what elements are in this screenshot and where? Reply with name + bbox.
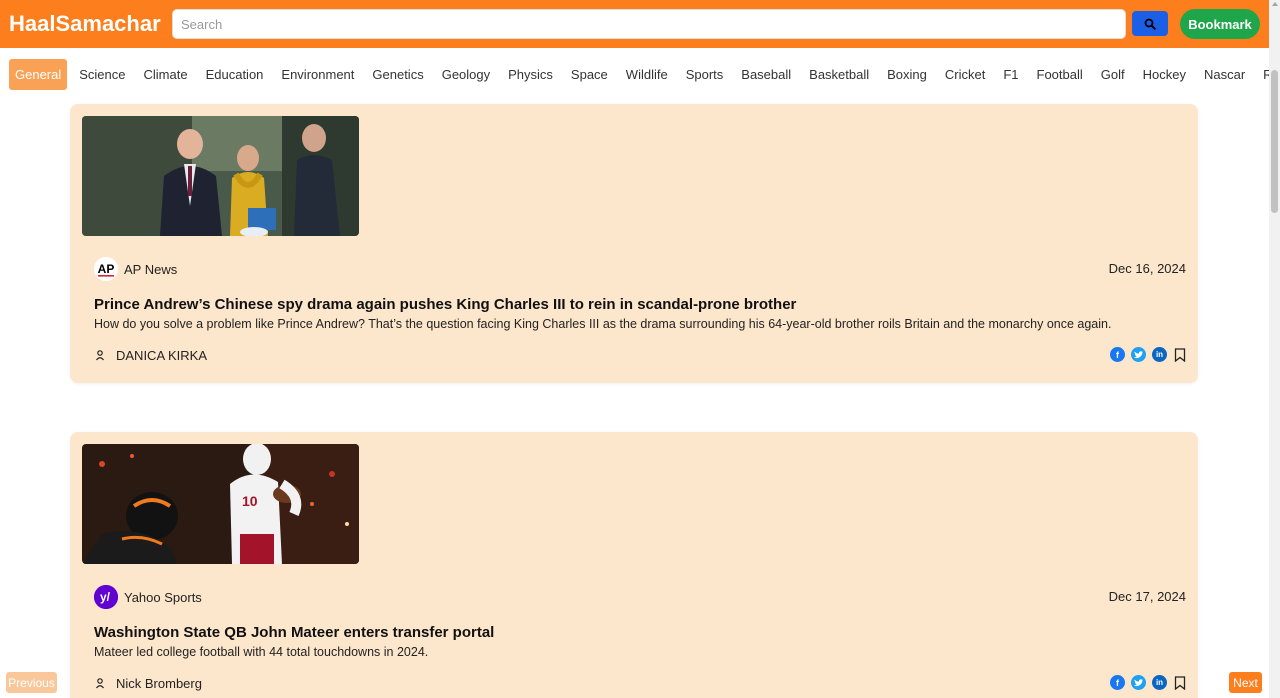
article-author: Nick Bromberg	[116, 676, 202, 691]
svg-text:10: 10	[242, 493, 258, 509]
source-row: AP AP News	[94, 257, 177, 281]
person-icon	[94, 678, 106, 690]
bookmark-button[interactable]: Bookmark	[1180, 9, 1260, 39]
linkedin-share-icon[interactable]: in	[1152, 347, 1167, 362]
source-row: y/ Yahoo Sports	[94, 585, 202, 609]
previous-button[interactable]: Previous	[6, 672, 57, 693]
svg-text:y/: y/	[100, 590, 111, 604]
category-tab-environment[interactable]: Environment	[275, 59, 360, 90]
svg-text:AP: AP	[98, 262, 115, 276]
category-tab-boxing[interactable]: Boxing	[881, 59, 933, 90]
facebook-share-icon[interactable]: f	[1110, 675, 1125, 690]
article-card[interactable]: 10 y/ Yahoo Sports Dec 17, 2024 Washingt…	[70, 432, 1198, 698]
category-tab-rugby[interactable]: Rugby	[1257, 59, 1269, 90]
twitter-share-icon[interactable]	[1131, 675, 1146, 690]
category-nav: General Science Climate Education Environmen…	[0, 56, 1269, 92]
yahoo-logo-icon: y/	[94, 585, 118, 609]
category-tab-space[interactable]: Space	[565, 59, 614, 90]
article-date: Dec 16, 2024	[1108, 261, 1186, 276]
share-row: f in	[1104, 675, 1186, 690]
article-image[interactable]: 10	[82, 444, 359, 564]
news-page: HaalSamachar Bookmark GeneralScienceClim…	[0, 0, 1280, 698]
search-icon	[1144, 18, 1156, 30]
author-row: DANICA KIRKA	[94, 348, 207, 363]
share-row: f in	[1104, 347, 1186, 362]
next-button[interactable]: Next	[1229, 672, 1262, 693]
ap-news-logo-icon: AP	[94, 257, 118, 281]
article-image[interactable]	[82, 116, 359, 236]
article-description: How do you solve a problem like Prince A…	[94, 317, 1112, 331]
category-tab-climate[interactable]: Climate	[138, 59, 194, 90]
top-header: HaalSamachar Bookmark	[0, 0, 1269, 48]
article-description: Mateer led college football with 44 tota…	[94, 645, 429, 659]
source-name: AP News	[124, 261, 178, 277]
article-date: Dec 17, 2024	[1108, 589, 1186, 604]
category-tab-cricket[interactable]: Cricket	[939, 59, 991, 90]
author-row: Nick Bromberg	[94, 676, 202, 691]
bookmark-icon[interactable]	[1174, 347, 1186, 362]
article-card[interactable]: AP AP News Dec 16, 2024 Prince Andrew’s …	[70, 104, 1198, 383]
scroll-up-arrow-icon[interactable]	[1272, 2, 1278, 6]
search-input[interactable]	[172, 9, 1126, 39]
article-title[interactable]: Prince Andrew’s Chinese spy drama again …	[94, 296, 796, 313]
category-tab-general[interactable]: General	[9, 58, 68, 90]
twitter-share-icon[interactable]	[1131, 347, 1146, 362]
category-tab-sports[interactable]: Sports	[680, 59, 730, 90]
category-tab-wildlife[interactable]: Wildlife	[620, 59, 674, 90]
search-button[interactable]	[1132, 11, 1168, 36]
category-tab-education[interactable]: Education	[200, 59, 270, 90]
bookmark-icon[interactable]	[1174, 675, 1186, 690]
person-icon	[94, 350, 106, 362]
category-tab-f1[interactable]: F1	[997, 59, 1024, 90]
category-tab-baseball[interactable]: Baseball	[735, 59, 797, 90]
scrollbar-thumb[interactable]	[1271, 70, 1278, 213]
facebook-share-icon[interactable]: f	[1110, 347, 1125, 362]
source-name: Yahoo Sports	[124, 589, 202, 605]
brand-logo-text[interactable]: HaalSamachar	[9, 11, 161, 37]
article-title[interactable]: Washington State QB John Mateer enters t…	[94, 624, 494, 641]
category-tab-nascar[interactable]: Nascar	[1198, 59, 1251, 90]
category-tab-science[interactable]: Science	[73, 59, 131, 90]
linkedin-share-icon[interactable]: in	[1152, 675, 1167, 690]
category-tab-physics[interactable]: Physics	[502, 59, 559, 90]
category-tab-genetics[interactable]: Genetics	[366, 59, 429, 90]
category-tab-hockey[interactable]: Hockey	[1137, 59, 1192, 90]
article-author: DANICA KIRKA	[116, 348, 208, 363]
category-tab-basketball[interactable]: Basketball	[803, 59, 875, 90]
category-tab-golf[interactable]: Golf	[1095, 59, 1131, 90]
page-indicator: Page 1	[616, 672, 655, 686]
category-tab-football[interactable]: Football	[1031, 59, 1089, 90]
scrollbar[interactable]	[1269, 0, 1280, 698]
category-tab-geology[interactable]: Geology	[436, 59, 496, 90]
